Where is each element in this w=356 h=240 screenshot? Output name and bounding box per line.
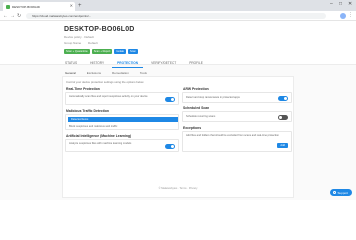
arw-title: ARW Protection <box>183 87 209 91</box>
tab-profile[interactable]: PROFILE <box>184 60 208 68</box>
tab-verify-detect[interactable]: VERIFY/DETECT <box>146 60 181 68</box>
arw-toggle[interactable] <box>278 96 288 101</box>
real-time-text: Automatically scan files and report susp… <box>69 95 148 98</box>
exceptions-title: Exceptions <box>183 126 202 130</box>
address-bar: ← → ↻ https://cloud.malwarebytes.com/end… <box>0 11 356 21</box>
ai-title: Artificial Intelligence (Machine Learnin… <box>66 134 132 138</box>
url-field[interactable]: https://cloud.malwarebytes.com/endpoints… <box>26 13 326 19</box>
tab-protection[interactable]: PROTECTION <box>112 60 144 68</box>
page-tabs: STATUS HISTORY PROTECTION VERIFY/DETECT … <box>60 60 211 68</box>
scheduled-scan-toggle[interactable] <box>278 115 288 120</box>
settings-intro: Control your device protection settings … <box>66 80 144 84</box>
ai-text: Analyze suspicious files with machine le… <box>69 142 132 145</box>
close-window-button[interactable]: ✕ <box>348 1 352 7</box>
arw-card: Detect and stop ransomware in protected … <box>182 92 292 103</box>
support-button[interactable]: Support <box>330 189 352 196</box>
minimize-button[interactable]: – <box>330 1 333 7</box>
page-footer: © Malwarebytes · Terms · Privacy <box>158 187 198 190</box>
favicon-icon <box>6 4 10 9</box>
scan-report-button[interactable]: Scan + Report <box>91 49 113 54</box>
back-icon[interactable]: ← <box>3 13 8 19</box>
scan-quarantine-button[interactable]: Scan + Quarantine <box>64 49 90 54</box>
ai-toggle[interactable] <box>165 144 175 149</box>
browser-tab[interactable]: DESKTOP-BO06L0D ✕ <box>3 2 75 11</box>
tab-history[interactable]: HISTORY <box>85 60 109 68</box>
tab-close-icon[interactable]: ✕ <box>70 3 73 8</box>
menu-icon[interactable]: ⋮ <box>348 12 353 18</box>
malicious-traffic-title: Malicious Traffic Detection <box>66 109 109 113</box>
maximize-button[interactable]: □ <box>339 1 342 7</box>
arw-text: Detect and stop ransomware in protected … <box>186 96 240 99</box>
reload-icon[interactable]: ↻ <box>17 13 21 19</box>
profile-avatar[interactable] <box>340 13 346 19</box>
browser-tab-title: DESKTOP-BO06L0D <box>12 4 41 9</box>
scheduled-scan-card: Schedule recurring scans <box>182 111 292 122</box>
traffic-hint: Block suspicious and malicious web traff… <box>69 125 118 128</box>
page-content: DESKTOP-BO06L0D Device policy · Default … <box>0 21 356 200</box>
isolate-button[interactable]: Isolate <box>114 49 127 54</box>
chat-icon <box>333 191 337 194</box>
forward-icon[interactable]: → <box>10 13 15 19</box>
malicious-traffic-card: Detected items Block suspicious and mali… <box>65 114 179 130</box>
device-meta-label: Group Name <box>64 41 82 45</box>
browser-tabbar: DESKTOP-BO06L0D ✕ + – □ ✕ <box>0 0 356 11</box>
scan-button[interactable]: Scan <box>128 49 138 54</box>
real-time-toggle[interactable] <box>165 97 175 102</box>
tab-status[interactable]: STATUS <box>60 60 82 68</box>
traffic-dropdown[interactable]: Detected items <box>68 117 178 122</box>
action-bar: Scan + Quarantine Scan + Report Isolate … <box>64 49 138 54</box>
scheduled-scan-title: Scheduled Scan <box>183 106 210 110</box>
add-exception-button[interactable]: Add <box>277 143 288 148</box>
exceptions-card: Add files and folders that should be exc… <box>182 131 292 152</box>
exceptions-text: Add files and folders that should be exc… <box>186 134 279 137</box>
new-tab-button[interactable]: + <box>78 2 82 10</box>
support-label: Support <box>337 190 348 195</box>
real-time-title: Real-Time Protection <box>66 87 100 91</box>
device-subtitle: Device policy · Default <box>64 35 94 39</box>
scheduled-scan-text: Schedule recurring scans <box>186 115 216 118</box>
device-meta-value[interactable]: Default <box>88 41 98 45</box>
device-meta: Group Name Default <box>64 41 104 45</box>
device-header: DESKTOP-BO06L0D Device policy · Default … <box>0 21 356 68</box>
ai-card: Analyze suspicious files with machine le… <box>65 139 179 152</box>
real-time-card: Automatically scan files and report susp… <box>65 92 179 105</box>
device-name: DESKTOP-BO06L0D <box>64 26 135 33</box>
settings-panel: Control your device protection settings … <box>62 76 294 198</box>
